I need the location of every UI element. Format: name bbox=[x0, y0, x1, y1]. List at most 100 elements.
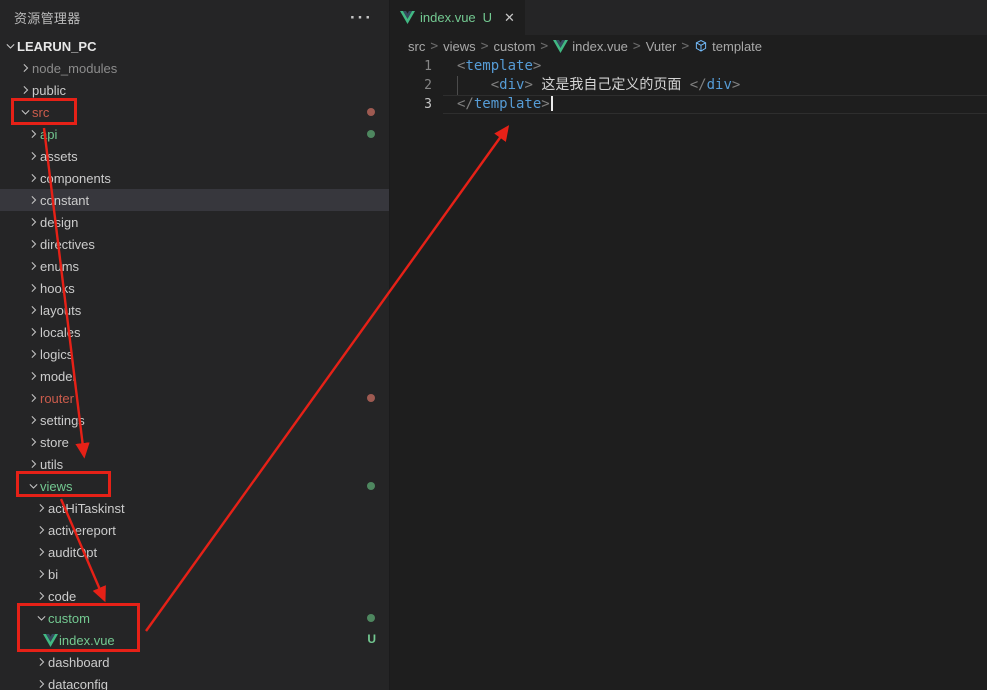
tree-item-logics[interactable]: logics bbox=[0, 343, 389, 365]
code-token: div bbox=[707, 77, 732, 93]
code-token: template bbox=[465, 58, 532, 74]
breadcrumb-label: Vuter bbox=[646, 39, 677, 54]
tree-item-directives[interactable]: directives bbox=[0, 233, 389, 255]
tree-item-public[interactable]: public bbox=[0, 79, 389, 101]
tree-item-label: components bbox=[40, 171, 115, 186]
breadcrumb-label: views bbox=[443, 39, 476, 54]
tree-item-enums[interactable]: enums bbox=[0, 255, 389, 277]
tree-item-label: actHiTaskinst bbox=[48, 501, 129, 516]
breadcrumb-label: index.vue bbox=[572, 39, 628, 54]
tree-item-label: auditOpt bbox=[48, 545, 101, 560]
chevron-right-icon bbox=[35, 588, 48, 604]
chevron-right-icon bbox=[27, 148, 40, 164]
tree-root-label: LEARUN_PC bbox=[17, 39, 100, 54]
chevron-right-icon bbox=[27, 170, 40, 186]
tree-item-constant[interactable]: constant bbox=[0, 189, 389, 211]
tree-item-dataconfig[interactable]: dataconfig bbox=[0, 673, 389, 690]
breadcrumb-item-template[interactable]: template bbox=[694, 39, 762, 54]
tree-root-learun-pc[interactable]: LEARUN_PC bbox=[0, 35, 389, 57]
tree-item-layouts[interactable]: layouts bbox=[0, 299, 389, 321]
chevron-right-icon bbox=[19, 82, 32, 98]
tree-item-label: design bbox=[40, 215, 82, 230]
tree-item-node_modules[interactable]: node_modules bbox=[0, 57, 389, 79]
close-icon[interactable]: ✕ bbox=[504, 10, 515, 26]
code-token: > bbox=[524, 77, 532, 93]
tab-index-vue[interactable]: index.vue U ✕ bbox=[391, 0, 525, 35]
tree-item-utils[interactable]: utils bbox=[0, 453, 389, 475]
breadcrumb-label: template bbox=[712, 39, 762, 54]
tree-item-activereport[interactable]: activereport bbox=[0, 519, 389, 541]
vue-icon bbox=[43, 634, 59, 647]
chevron-down-icon bbox=[27, 478, 40, 494]
tree-item-label: enums bbox=[40, 259, 83, 274]
tree-item-label: public bbox=[32, 83, 70, 98]
breadcrumb-item-src[interactable]: src bbox=[408, 39, 425, 54]
code-token: 这是我自己定义的页面 bbox=[533, 77, 690, 93]
breadcrumb-label: src bbox=[408, 39, 425, 54]
chevron-down-icon bbox=[35, 610, 48, 626]
tree-item-index.vue[interactable]: index.vueU bbox=[0, 629, 389, 651]
chevron-right-icon bbox=[27, 324, 40, 340]
tree-item-src[interactable]: src bbox=[0, 101, 389, 123]
code-line-1[interactable]: 1<template> bbox=[391, 57, 987, 76]
text-cursor-icon bbox=[551, 95, 553, 111]
tree-item-dashboard[interactable]: dashboard bbox=[0, 651, 389, 673]
chevron-right-icon bbox=[35, 500, 48, 516]
tree-item-bi[interactable]: bi bbox=[0, 563, 389, 585]
more-actions-icon[interactable]: ··· bbox=[350, 13, 373, 23]
chevron-right-icon: > bbox=[481, 39, 489, 54]
tree-item-router[interactable]: router bbox=[0, 387, 389, 409]
code-line-3[interactable]: 3</template> bbox=[391, 95, 987, 114]
tree-item-settings[interactable]: settings bbox=[0, 409, 389, 431]
tree-item-label: store bbox=[40, 435, 73, 450]
git-status-dot-icon bbox=[367, 394, 375, 402]
line-number: 2 bbox=[391, 76, 443, 95]
tree-item-label: locales bbox=[40, 325, 84, 340]
chevron-right-icon bbox=[27, 126, 40, 142]
chevron-right-icon bbox=[27, 434, 40, 450]
code-token: > bbox=[541, 96, 549, 112]
sidebar-title: 资源管理器 bbox=[14, 8, 81, 27]
chevron-right-icon: > bbox=[681, 39, 689, 54]
tree-item-model[interactable]: model bbox=[0, 365, 389, 387]
tree-item-label: node_modules bbox=[32, 61, 121, 76]
tree-item-api[interactable]: api bbox=[0, 123, 389, 145]
breadcrumb-item-Vuter[interactable]: Vuter bbox=[646, 39, 677, 54]
tree-item-label: constant bbox=[40, 193, 93, 208]
tree-item-code[interactable]: code bbox=[0, 585, 389, 607]
code-token: </ bbox=[457, 96, 474, 112]
breadcrumb-label: custom bbox=[494, 39, 536, 54]
tree-item-design[interactable]: design bbox=[0, 211, 389, 233]
tree-item-components[interactable]: components bbox=[0, 167, 389, 189]
vue-icon bbox=[400, 11, 415, 24]
file-tree: node_modulespublic src api assets components… bbox=[0, 57, 389, 690]
tree-item-auditOpt[interactable]: auditOpt bbox=[0, 541, 389, 563]
tree-item-custom[interactable]: custom bbox=[0, 607, 389, 629]
tree-item-label: views bbox=[40, 479, 77, 494]
tree-item-label: settings bbox=[40, 413, 89, 428]
chevron-right-icon bbox=[27, 258, 40, 274]
chevron-right-icon bbox=[35, 654, 48, 670]
tree-item-label: dataconfig bbox=[48, 677, 112, 690]
tree-item-actHiTaskinst[interactable]: actHiTaskinst bbox=[0, 497, 389, 519]
chevron-right-icon bbox=[35, 566, 48, 582]
tree-item-hooks[interactable]: hooks bbox=[0, 277, 389, 299]
code-token: < bbox=[491, 77, 499, 93]
tree-item-views[interactable]: views bbox=[0, 475, 389, 497]
chevron-right-icon bbox=[35, 544, 48, 560]
vscode-window: { "colors": { "annotation_red": "#e62117… bbox=[0, 0, 987, 690]
chevron-right-icon bbox=[27, 346, 40, 362]
tree-item-store[interactable]: store bbox=[0, 431, 389, 453]
code-token: div bbox=[499, 77, 524, 93]
chevron-right-icon bbox=[27, 236, 40, 252]
breadcrumb-item-views[interactable]: views bbox=[443, 39, 476, 54]
code-line-2[interactable]: 2 <div> 这是我自己定义的页面 </div> bbox=[391, 76, 987, 95]
breadcrumb-item-index.vue[interactable]: index.vue bbox=[553, 39, 628, 54]
tree-item-locales[interactable]: locales bbox=[0, 321, 389, 343]
tree-item-assets[interactable]: assets bbox=[0, 145, 389, 167]
tree-item-label: api bbox=[40, 127, 61, 142]
tree-item-label: activereport bbox=[48, 523, 120, 538]
tab-label: index.vue bbox=[420, 10, 476, 25]
tree-item-label: index.vue bbox=[59, 633, 119, 648]
breadcrumb-item-custom[interactable]: custom bbox=[494, 39, 536, 54]
